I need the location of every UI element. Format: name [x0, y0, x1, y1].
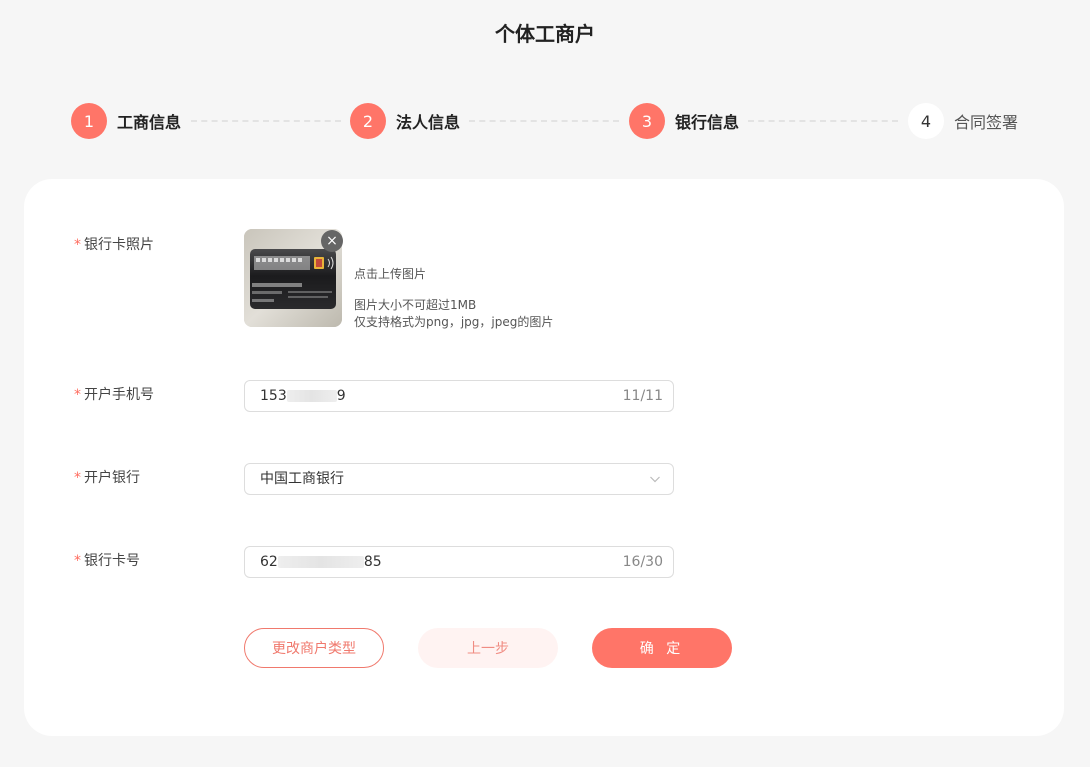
step-label: 法人信息 — [396, 113, 461, 132]
required-mark: * — [74, 237, 81, 253]
confirm-button[interactable]: 确 定 — [592, 628, 732, 668]
chevron-down-icon — [650, 476, 660, 483]
bank-card-photo-label-text: 银行卡照片 — [84, 237, 154, 253]
required-mark: * — [74, 553, 81, 569]
card-number-suffix: 85 — [363, 554, 382, 570]
card-number-label: * 银行卡号 — [74, 551, 140, 571]
phone-input[interactable]: 153 9 11/11 — [244, 380, 674, 412]
step-contract-signing[interactable]: 4 合同签署 — [908, 103, 1018, 139]
bank-info-form-card: * 银行卡照片 × 点击上传图片 图片大小不可超过1MB 仅支持格式为png，j… — [24, 179, 1064, 736]
phone-value: 153 9 — [260, 381, 346, 411]
step-label: 工商信息 — [117, 113, 182, 132]
required-mark: * — [74, 387, 81, 403]
phone-mask — [286, 390, 337, 402]
remove-photo-button[interactable]: × — [321, 230, 343, 252]
phone-label: * 开户手机号 — [74, 385, 154, 405]
bank-select[interactable]: 中国工商银行 — [244, 463, 674, 495]
step-label: 合同签署 — [954, 113, 1019, 132]
step-number: 1 — [71, 103, 107, 139]
required-mark: * — [74, 470, 81, 486]
step-connector — [191, 120, 341, 122]
card-number-input[interactable]: 62 85 16/30 — [244, 546, 674, 578]
phone-counter: 11/11 — [622, 388, 663, 404]
step-bank-info[interactable]: 3 银行信息 — [629, 103, 739, 139]
step-legal-person-info[interactable]: 2 法人信息 — [350, 103, 460, 139]
bank-label-text: 开户银行 — [84, 470, 140, 486]
phone-suffix: 9 — [336, 388, 346, 404]
phone-label-text: 开户手机号 — [84, 387, 154, 403]
close-icon: × — [326, 233, 338, 249]
change-merchant-type-button[interactable]: 更改商户类型 — [244, 628, 384, 668]
card-number-mask — [277, 556, 364, 568]
card-number-value: 62 85 — [260, 547, 382, 577]
bank-value: 中国工商银行 — [260, 471, 344, 487]
step-connector — [748, 120, 898, 122]
card-number-prefix: 62 — [260, 554, 278, 570]
card-number-counter: 16/30 — [622, 554, 663, 570]
step-business-info[interactable]: 1 工商信息 — [71, 103, 181, 139]
bank-card-photo-label: * 银行卡照片 — [74, 235, 154, 255]
upload-hint-size: 图片大小不可超过1MB — [354, 298, 477, 312]
step-number: 4 — [908, 103, 944, 139]
page-title: 个体工商户 — [495, 22, 595, 46]
upload-hint-format: 仅支持格式为png，jpg，jpeg的图片 — [354, 315, 554, 329]
card-number-label-text: 银行卡号 — [84, 553, 140, 569]
step-number: 2 — [350, 103, 386, 139]
step-label: 银行信息 — [675, 113, 740, 132]
step-connector — [469, 120, 619, 122]
bank-label: * 开户银行 — [74, 468, 140, 488]
phone-prefix: 153 — [260, 388, 287, 404]
stepper: 1 工商信息 2 法人信息 3 银行信息 4 合同签署 — [71, 103, 1031, 139]
upload-hint-click: 点击上传图片 — [354, 267, 427, 281]
previous-step-button[interactable]: 上一步 — [418, 628, 558, 668]
step-number: 3 — [629, 103, 665, 139]
